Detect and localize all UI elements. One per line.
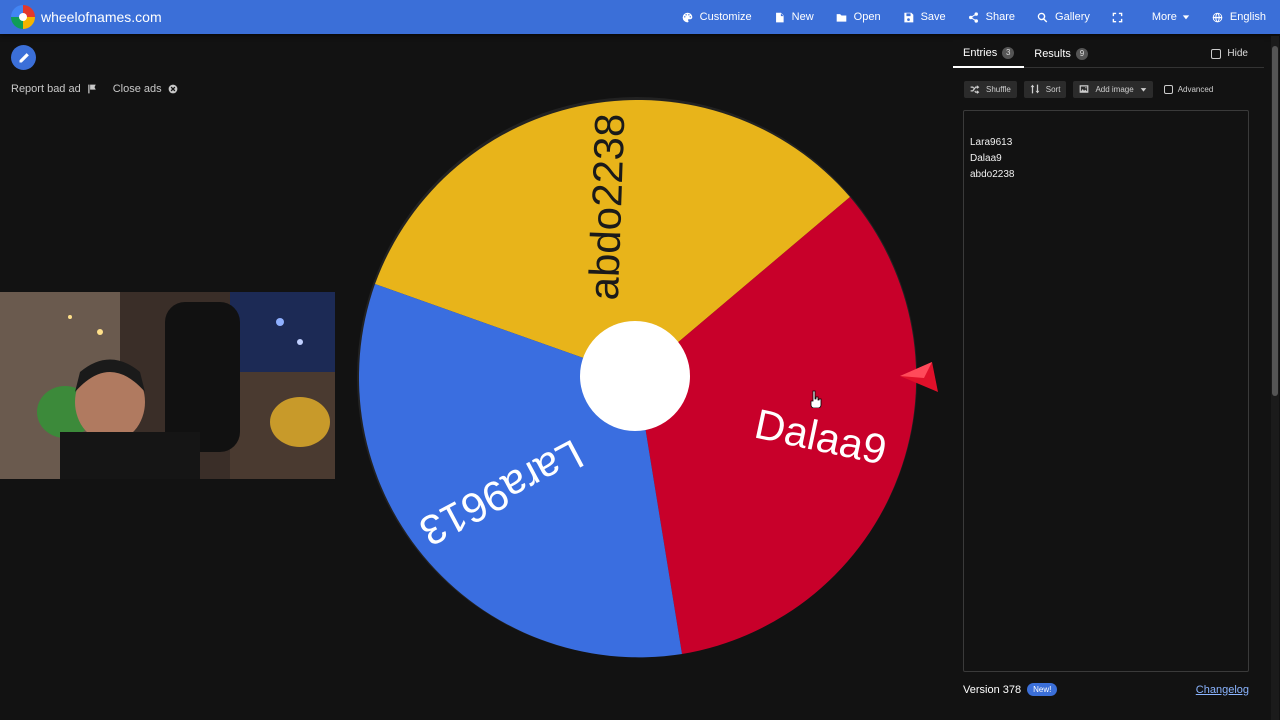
advanced-label: Advanced xyxy=(1177,84,1214,94)
gallery-label: Gallery xyxy=(1055,11,1090,23)
entry-item: abdo2238 xyxy=(970,169,1015,180)
save-label: Save xyxy=(920,11,946,23)
chevron-down-icon xyxy=(1182,15,1190,20)
more-menu[interactable]: More xyxy=(1152,11,1190,23)
shuffle-icon xyxy=(970,85,980,94)
tab-results-label: Results xyxy=(1034,47,1071,60)
gallery-button[interactable]: Gallery xyxy=(1037,11,1090,23)
top-nav: Customize New Open Save Share Gallery Mo… xyxy=(660,0,1266,34)
hide-checkbox[interactable] xyxy=(1211,48,1222,59)
globe-icon xyxy=(1212,12,1223,22)
hide-label: Hide xyxy=(1227,48,1248,59)
advanced-checkbox[interactable] xyxy=(1163,84,1173,94)
webcam-overlay xyxy=(0,292,335,479)
fullscreen-icon xyxy=(1112,12,1123,22)
open-button[interactable]: Open xyxy=(836,11,881,23)
ad-links: Report bad ad Close ads xyxy=(11,83,194,95)
report-bad-ad-label: Report bad ad xyxy=(11,83,81,95)
advanced-toggle[interactable]: Advanced xyxy=(1163,84,1214,94)
pencil-icon xyxy=(19,52,29,62)
file-icon xyxy=(775,12,784,22)
results-count-badge: 9 xyxy=(1075,47,1088,60)
panel-footer: Version 378 New! Changelog xyxy=(963,683,1249,696)
scrollbar-thumb[interactable] xyxy=(1272,46,1278,396)
sort-button[interactable]: Sort xyxy=(1023,80,1067,98)
entry-item: Lara9613 xyxy=(970,137,1013,148)
add-image-label: Add image xyxy=(1095,84,1134,94)
page-scrollbar[interactable] xyxy=(1271,36,1279,720)
wheel-center[interactable] xyxy=(580,321,690,431)
entry-item: Dalaa9 xyxy=(970,153,1002,164)
share-icon xyxy=(968,11,978,23)
panel-tabs: Entries 3 Results 9 Hide xyxy=(953,40,1264,68)
close-circle-icon xyxy=(168,84,178,94)
logo-icon xyxy=(11,5,35,29)
edit-button[interactable] xyxy=(11,45,36,70)
site-name: wheelofnames.com xyxy=(41,9,162,25)
tab-results[interactable]: Results 9 xyxy=(1024,40,1098,68)
open-label: Open xyxy=(853,11,881,23)
entries-panel: Entries 3 Results 9 Hide Shuffle Sort Ad… xyxy=(953,40,1264,710)
tab-entries[interactable]: Entries 3 xyxy=(953,40,1025,68)
add-image-button[interactable]: Add image xyxy=(1073,80,1153,98)
new-label: New xyxy=(791,11,814,23)
folder-icon xyxy=(836,13,846,22)
wheel-pointer-icon xyxy=(900,362,938,392)
entries-textarea[interactable]: Lara9613 Dalaa9 abdo2238 xyxy=(963,110,1249,672)
customize-button[interactable]: Customize xyxy=(682,11,752,23)
webcam-image xyxy=(0,292,335,479)
wheel-label-abdo2238: abdo2238 xyxy=(580,113,633,301)
wheel-svg: abdo2238 Dalaa9 Lara9613 xyxy=(357,97,917,658)
flag-icon xyxy=(87,84,96,94)
new-badge: New! xyxy=(1027,683,1058,696)
language-label: English xyxy=(1229,11,1266,23)
customize-label: Customize xyxy=(699,11,752,23)
close-ads-label: Close ads xyxy=(112,83,162,95)
share-button[interactable]: Share xyxy=(968,11,1015,23)
shuffle-label: Shuffle xyxy=(986,84,1011,94)
wheel[interactable]: abdo2238 Dalaa9 Lara9613 xyxy=(352,92,922,662)
save-button[interactable]: Save xyxy=(903,11,946,23)
top-bar: wheelofnames.com Customize New Open Save… xyxy=(0,0,1280,34)
version-label: Version 378 xyxy=(963,683,1022,696)
share-label: Share xyxy=(985,11,1016,23)
entries-count-badge: 3 xyxy=(1002,46,1015,59)
language-menu[interactable]: English xyxy=(1212,11,1266,23)
close-ads-link[interactable]: Close ads xyxy=(113,83,178,95)
more-label: More xyxy=(1151,11,1177,23)
chevron-down-icon xyxy=(1140,87,1146,92)
hand-cursor-icon xyxy=(810,390,822,408)
report-bad-ad-link[interactable]: Report bad ad xyxy=(11,83,97,95)
sort-icon xyxy=(1030,84,1040,94)
hide-toggle[interactable]: Hide xyxy=(1211,48,1248,59)
brand[interactable]: wheelofnames.com xyxy=(0,5,162,29)
image-icon xyxy=(1080,85,1089,93)
new-button[interactable]: New xyxy=(774,11,814,23)
save-icon xyxy=(903,12,913,22)
tab-entries-label: Entries xyxy=(963,46,998,59)
entries-toolbar: Shuffle Sort Add image Advanced xyxy=(953,80,1264,98)
changelog-link[interactable]: Changelog xyxy=(1196,684,1249,696)
fullscreen-button[interactable] xyxy=(1112,12,1130,23)
search-icon xyxy=(1037,12,1048,22)
palette-icon xyxy=(682,12,692,22)
sort-label: Sort xyxy=(1045,84,1061,94)
shuffle-button[interactable]: Shuffle xyxy=(964,80,1017,98)
